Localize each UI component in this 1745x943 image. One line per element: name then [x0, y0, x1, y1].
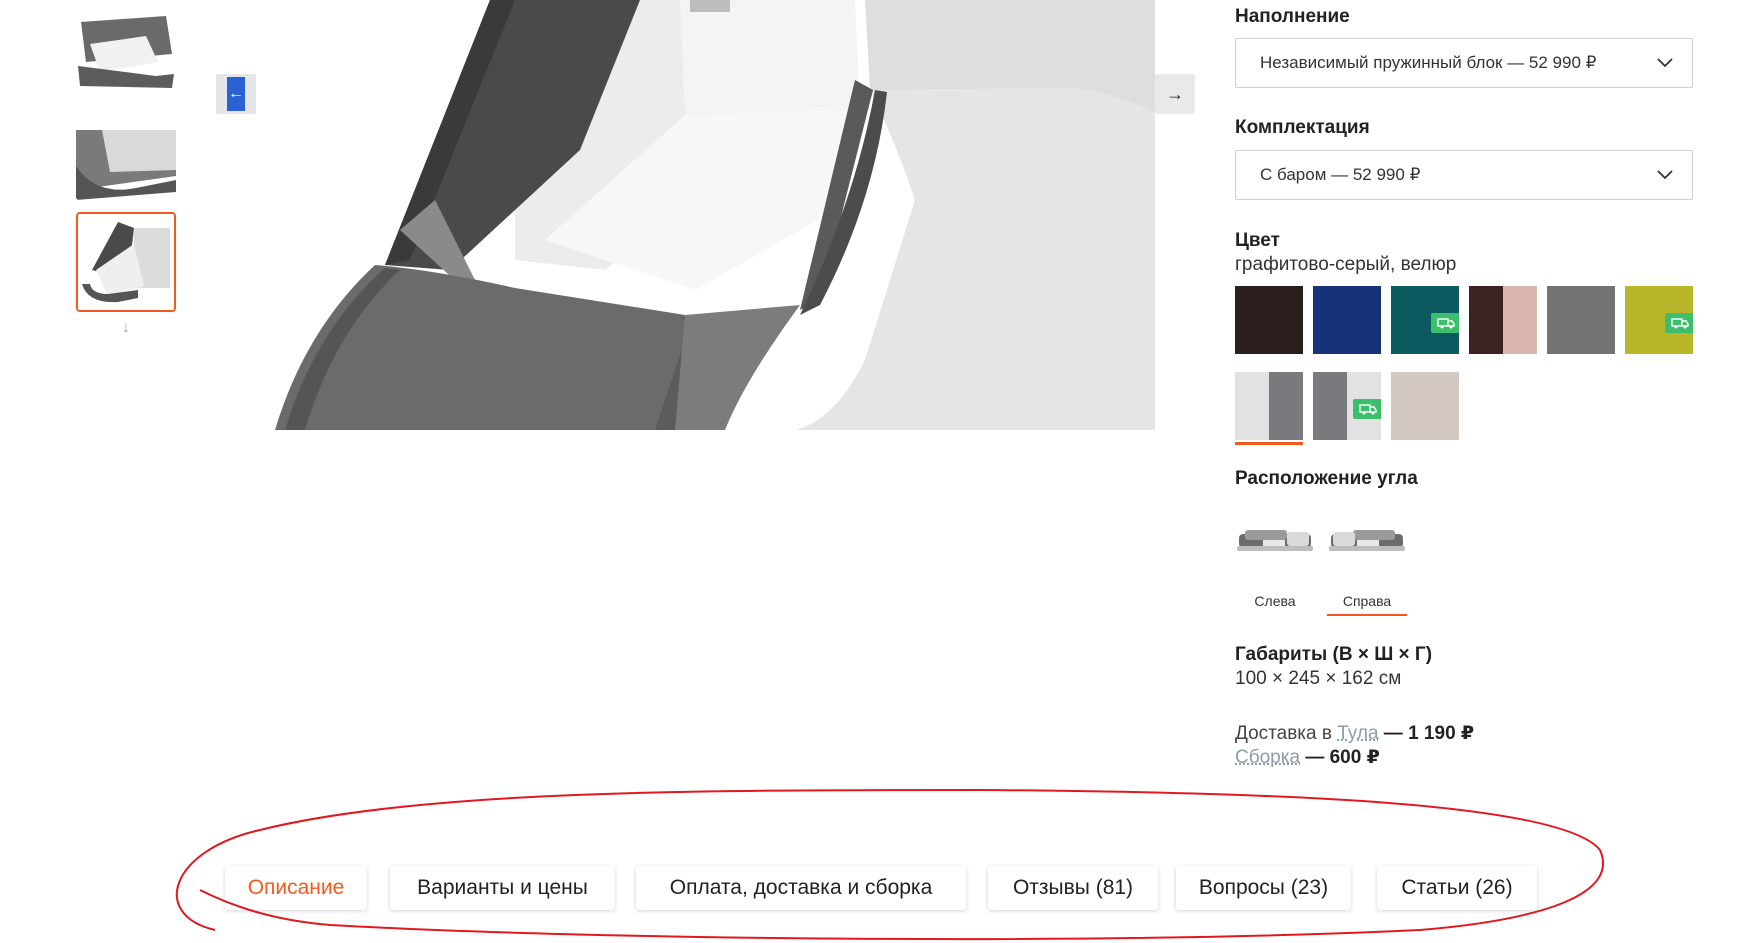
color-swatch[interactable] — [1235, 372, 1303, 440]
swatch-selected-underline — [1235, 442, 1303, 445]
swatch-half — [1469, 286, 1503, 354]
delivery-truck-icon — [1431, 313, 1459, 333]
thumbnail-3-image — [78, 214, 174, 310]
filling-select[interactable]: Независимый пружинный блок — 52 990 ₽ — [1235, 38, 1693, 88]
color-swatch[interactable] — [1391, 286, 1459, 354]
delivery-truck-icon — [1665, 313, 1693, 333]
delivery-truck-icon — [1353, 399, 1381, 419]
color-label: Цвет — [1235, 230, 1280, 251]
color-swatch[interactable] — [1313, 372, 1381, 440]
corner-right-label[interactable]: Справа — [1327, 593, 1407, 609]
tab-articles[interactable]: Статьи (26) — [1377, 866, 1537, 910]
color-swatch[interactable] — [1547, 286, 1615, 354]
config-select[interactable]: С баром — 52 990 ₽ — [1235, 150, 1693, 200]
product-main-image — [275, 0, 1155, 430]
arrow-left-icon: ← — [227, 77, 245, 111]
swatch-half — [1313, 372, 1347, 440]
assembly-price: — 600 ₽ — [1300, 747, 1380, 768]
swatch-half — [1503, 286, 1537, 354]
corner-selected-underline — [1327, 614, 1407, 616]
delivery-price: — 1 190 ₽ — [1378, 723, 1475, 744]
tab-payment-delivery[interactable]: Оплата, доставка и сборка — [636, 866, 966, 910]
assembly-line: Сборка — 600 ₽ — [1235, 746, 1380, 769]
delivery-prefix: Доставка в — [1235, 723, 1338, 744]
color-selected-name: графитово-серый, велюр — [1235, 254, 1457, 275]
tab-questions[interactable]: Вопросы (23) — [1176, 866, 1351, 910]
corner-left-option[interactable] — [1235, 512, 1315, 572]
tab-variants-prices[interactable]: Варианты и цены — [390, 866, 615, 910]
config-label: Комплектация — [1235, 117, 1370, 138]
thumbnail-3-selected[interactable] — [76, 212, 176, 312]
assembly-link[interactable]: Сборка — [1235, 747, 1300, 768]
corner-right-image — [1327, 512, 1407, 572]
tab-description[interactable]: Описание — [225, 866, 367, 910]
corner-label: Расположение угла — [1235, 468, 1418, 489]
thumbnail-2[interactable] — [76, 120, 176, 200]
dimensions-label: Габариты (В × Ш × Г) — [1235, 644, 1433, 665]
delivery-city-link[interactable]: Тула — [1337, 723, 1378, 744]
color-swatch[interactable] — [1625, 286, 1693, 354]
thumbnail-1-image — [76, 14, 176, 94]
swatch-half — [1235, 372, 1269, 440]
thumbnail-2-image — [76, 120, 176, 200]
corner-left-image — [1235, 512, 1315, 572]
arrow-right-icon: → — [1166, 83, 1184, 104]
next-image-button[interactable]: → — [1155, 74, 1195, 114]
arrow-down-icon[interactable]: ↓ — [118, 320, 134, 336]
color-swatch[interactable] — [1391, 372, 1459, 440]
filling-select-value: Независимый пружинный блок — 52 990 ₽ — [1260, 53, 1597, 72]
color-swatch[interactable] — [1313, 286, 1381, 354]
color-swatch[interactable] — [1469, 286, 1537, 354]
chevron-down-icon — [1657, 58, 1673, 68]
corner-right-option[interactable] — [1327, 512, 1407, 572]
chevron-down-icon — [1657, 170, 1673, 180]
swatch-half — [1269, 372, 1303, 440]
prev-image-button[interactable]: ← — [216, 74, 256, 114]
filling-label: Наполнение — [1235, 6, 1350, 27]
delivery-line: Доставка в Тула — 1 190 ₽ — [1235, 722, 1474, 745]
config-select-value: С баром — 52 990 ₽ — [1260, 165, 1421, 184]
thumbnail-1[interactable] — [76, 14, 176, 94]
tab-reviews[interactable]: Отзывы (81) — [988, 866, 1158, 910]
color-swatch[interactable] — [1235, 286, 1303, 354]
dimensions-value: 100 × 245 × 162 см — [1235, 668, 1402, 689]
corner-left-label[interactable]: Слева — [1235, 593, 1315, 609]
